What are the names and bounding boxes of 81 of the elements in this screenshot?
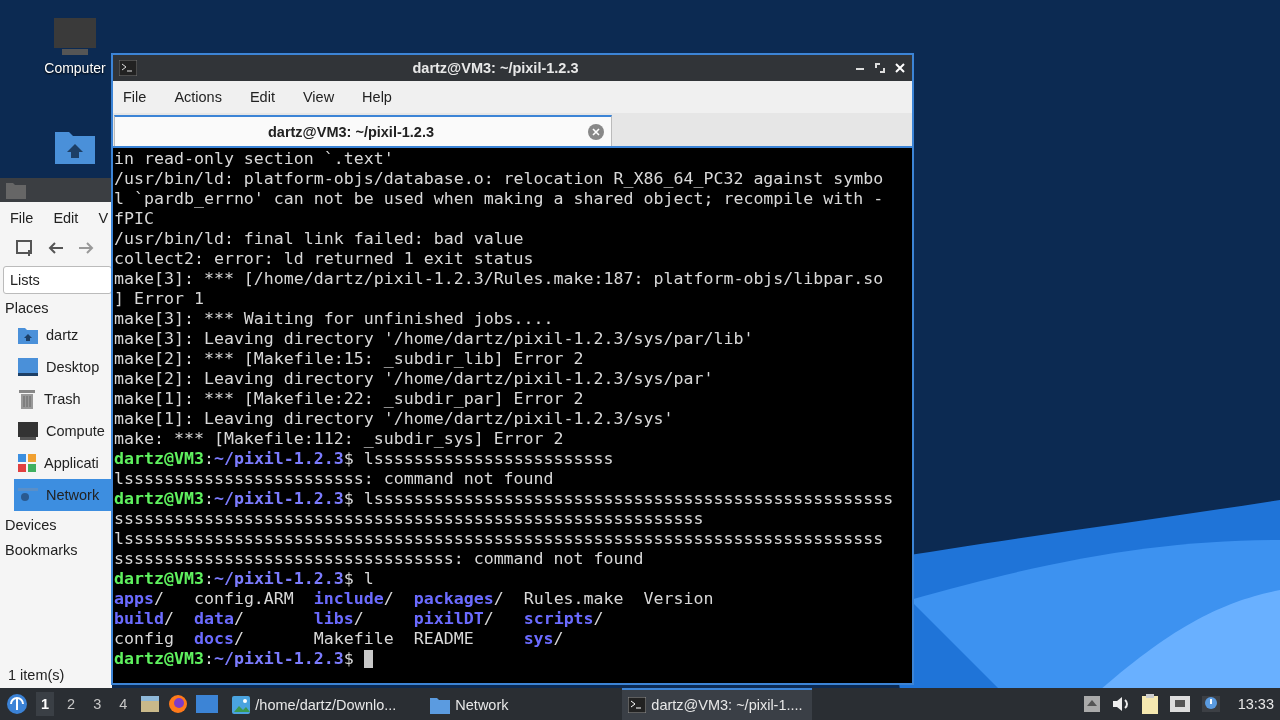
terminal-line: make[3]: *** [/home/dartz/pixil-1.2.3/Rules.make:187: platform-objs/libpar.so: [114, 269, 884, 289]
window-title: dartz@VM3: ~/pixil-1.2.3: [411, 60, 580, 76]
section-heading: Devices: [4, 516, 58, 535]
start-menu-icon[interactable]: [6, 693, 28, 715]
network-icon: [18, 486, 38, 504]
maximize-icon[interactable]: [874, 62, 886, 74]
menu-item[interactable]: Edit: [53, 210, 79, 226]
terminal-line: ssssssssssssssssssssssssssssssssss: command not found: [114, 549, 644, 569]
show-desktop-icon[interactable]: [196, 695, 219, 713]
terminal-line: fPIC: [114, 209, 154, 229]
clock: 13:33: [1237, 696, 1274, 712]
task-button[interactable]: Network: [424, 688, 615, 720]
terminal-tab[interactable]: dartz@VM3: ~/pixil-1.2.3: [114, 115, 612, 146]
terminal-line: dartz@VM3:~/pixil-1.2.3$ lssssssssssssssssssssssss: [114, 449, 614, 469]
menu-item[interactable]: File: [123, 89, 147, 105]
new-tab-icon[interactable]: [16, 240, 34, 256]
status-text: 1 item(s): [7, 667, 66, 685]
place-item[interactable]: Trash: [14, 383, 112, 415]
workspace-button[interactable]: 1: [36, 692, 55, 716]
terminal-line: lssssssssssssssssssssssss: command not found: [114, 469, 554, 489]
browser-icon[interactable]: [168, 694, 189, 714]
terminal-icon: [628, 697, 647, 713]
notification-icon[interactable]: [1201, 696, 1220, 712]
icon-label: Computer: [44, 60, 106, 76]
folder-icon: [430, 696, 451, 714]
apps-icon: [18, 454, 36, 472]
desktop-icon: [18, 358, 38, 376]
menu-item[interactable]: Help: [362, 89, 392, 105]
terminal-line: make[1]: *** [Makefile:22: _subdir_par] Error 2: [114, 389, 584, 409]
terminal-line: /usr/bin/ld: final link failed: bad value: [114, 229, 524, 249]
monitor-icon: [18, 422, 38, 440]
task-button[interactable]: /home/dartz/Downlo...: [226, 688, 417, 720]
terminal-line: make[3]: *** Waiting for unfinished jobs....: [114, 309, 554, 329]
terminal-line: dartz@VM3:~/pixil-1.2.3$ lssssssssssssssssssssssssssssssssssssssssssssssssssss: [114, 489, 894, 509]
workspace-button[interactable]: 4: [114, 692, 133, 716]
terminal-line: make[2]: Leaving directory '/home/dartz/pixil-1.2.3/sys/par': [114, 369, 714, 389]
terminal-line: make: *** [Makefile:112: _subdir_sys] Error 2: [114, 429, 564, 449]
side-pane-selector[interactable]: Lists: [3, 266, 112, 294]
terminal-line: ] Error 1: [114, 289, 204, 309]
clipboard-icon[interactable]: [1141, 694, 1158, 714]
terminal-line: dartz@VM3:~/pixil-1.2.3$ l: [114, 569, 374, 589]
file-cabinet-icon[interactable]: [140, 694, 161, 714]
terminal-line: in read-only section `.text': [114, 149, 394, 169]
terminal-line: config docs/ Makefile README sys/: [114, 629, 564, 649]
terminal-line: apps/ config.ARM include/ packages/ Rules.make Version: [114, 589, 714, 609]
image-icon: [232, 696, 251, 714]
menu-item[interactable]: File: [10, 210, 34, 226]
trash-icon: [18, 389, 36, 409]
volume-icon[interactable]: [1111, 696, 1130, 712]
place-item[interactable]: dartz: [14, 319, 112, 351]
section-heading: Bookmarks: [4, 541, 79, 560]
section-heading: Places: [4, 299, 50, 318]
terminal-line: sssssssssssssssssssssssssssssssssssssssssssssssssssssssssss: [114, 509, 704, 529]
terminal-line: /usr/bin/ld: platform-objs/database.o: relocation R_X86_64_PC32 against symbo: [114, 169, 884, 189]
terminal-line: make[3]: Leaving directory '/home/dartz/pixil-1.2.3/sys/par/lib': [114, 329, 754, 349]
menu-item[interactable]: View: [302, 89, 335, 105]
home-folder-icon: [18, 326, 38, 344]
terminal-line: make[1]: Leaving directory '/home/dartz/pixil-1.2.3/sys': [114, 409, 674, 429]
place-item[interactable]: Network: [14, 479, 112, 511]
menu-item[interactable]: V: [98, 210, 109, 226]
terminal-line: build/ data/ libs/ pixilDT/ scripts/: [114, 609, 604, 629]
close-icon[interactable]: [894, 62, 906, 74]
terminal-line: l `pardb_errno' can not be used when making a shared object; recompile with -: [114, 189, 884, 209]
network-icon[interactable]: [1169, 696, 1190, 712]
folder-icon: [6, 181, 26, 199]
workspace-button[interactable]: 3: [88, 692, 107, 716]
place-item[interactable]: Applicati: [14, 447, 112, 479]
place-item[interactable]: Desktop: [14, 351, 112, 383]
place-item[interactable]: Compute: [14, 415, 112, 447]
workspace-button[interactable]: 2: [62, 692, 81, 716]
forward-icon[interactable]: [78, 241, 94, 255]
task-button[interactable]: dartz@VM3: ~/pixil-1....: [622, 688, 813, 720]
back-icon[interactable]: [48, 241, 64, 255]
terminal-line: collect2: error: ld returned 1 exit status: [114, 249, 534, 269]
terminal-icon: [119, 60, 137, 76]
eject-icon[interactable]: [1083, 696, 1100, 712]
terminal-line: dartz@VM3:~/pixil-1.2.3$: [114, 649, 355, 669]
menu-item[interactable]: Edit: [249, 89, 275, 105]
terminal-line: make[2]: *** [Makefile:15: _subdir_lib] Error 2: [114, 349, 584, 369]
menu-item[interactable]: Actions: [174, 89, 222, 105]
terminal-line: lssssssssssssssssssssssssssssssssssssssssssssssssssssssssssssssssssssssssssss: [114, 529, 884, 549]
